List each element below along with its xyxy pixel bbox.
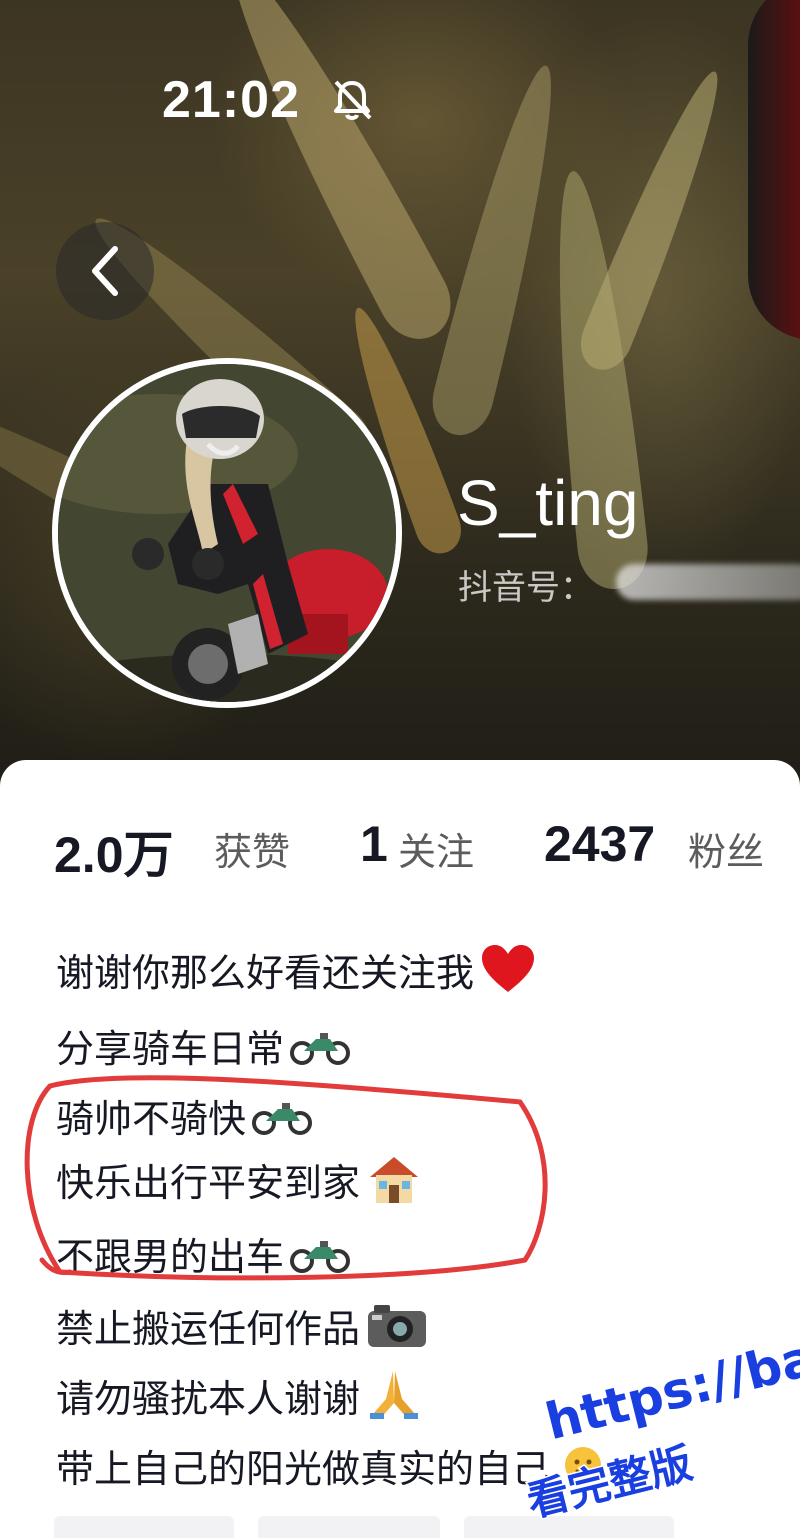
bio-text: 禁止搬运任何作品: [56, 1306, 361, 1351]
motorcycle-emoji-icon: [290, 1241, 351, 1273]
avatar[interactable]: [52, 358, 402, 708]
stat-followers-value: 2437: [544, 816, 656, 872]
bio-line: 谢谢你那么好看还关注我: [56, 942, 536, 996]
stat-likes-label: 获赞: [214, 830, 291, 874]
bio-text: 不跟男的出车: [56, 1234, 285, 1279]
bio-line: 禁止搬运任何作品: [56, 1298, 428, 1352]
tags-row: [54, 1516, 794, 1538]
douyin-id-label: 抖音号：: [458, 568, 594, 608]
bell-muted-icon: [334, 80, 372, 120]
bio-text: 谢谢你那么好看还关注我: [56, 950, 475, 995]
stats-row: 2.0万 获赞 1 关注 2437 粉丝: [54, 815, 794, 885]
bio-line: 快乐出行平安到家: [56, 1152, 422, 1206]
bio-line: 骑帅不骑快: [56, 1088, 313, 1142]
back-button[interactable]: [56, 222, 154, 320]
bio-line: 不跟男的出车: [56, 1226, 351, 1280]
motorcycle-emoji-icon: [290, 1033, 351, 1065]
camera-emoji-icon: [368, 1305, 427, 1347]
tag-chip[interactable]: [54, 1516, 234, 1538]
chevron-left-icon: [92, 246, 118, 296]
stat-followers-label: 粉丝: [688, 830, 765, 874]
douyin-id-redacted: [616, 564, 800, 600]
stat-following-value: 1: [360, 816, 388, 872]
stat-likes-value: 2.0万: [54, 827, 174, 883]
motorcycle-emoji-icon: [252, 1103, 313, 1135]
status-time: 21:02: [162, 71, 300, 129]
tag-chip[interactable]: [258, 1516, 440, 1538]
stat-following-label: 关注: [398, 830, 475, 874]
username: S_ting: [457, 467, 639, 539]
house-emoji-icon: [370, 1157, 419, 1203]
folded-hands-emoji-icon: [370, 1371, 419, 1419]
background-helmet: [748, 0, 800, 340]
bio-text: 请勿骚扰本人谢谢: [56, 1376, 361, 1421]
heart-emoji-icon: [482, 945, 535, 992]
bio-line: 分享骑车日常: [56, 1018, 351, 1072]
bio-line: 请勿骚扰本人谢谢: [56, 1368, 422, 1422]
bio-text: 分享骑车日常: [56, 1026, 285, 1071]
bio-text: 骑帅不骑快: [56, 1096, 247, 1141]
bio-text: 快乐出行平安到家: [56, 1160, 361, 1205]
bio-text: 带上自己的阳光做真实的自己: [56, 1446, 551, 1491]
